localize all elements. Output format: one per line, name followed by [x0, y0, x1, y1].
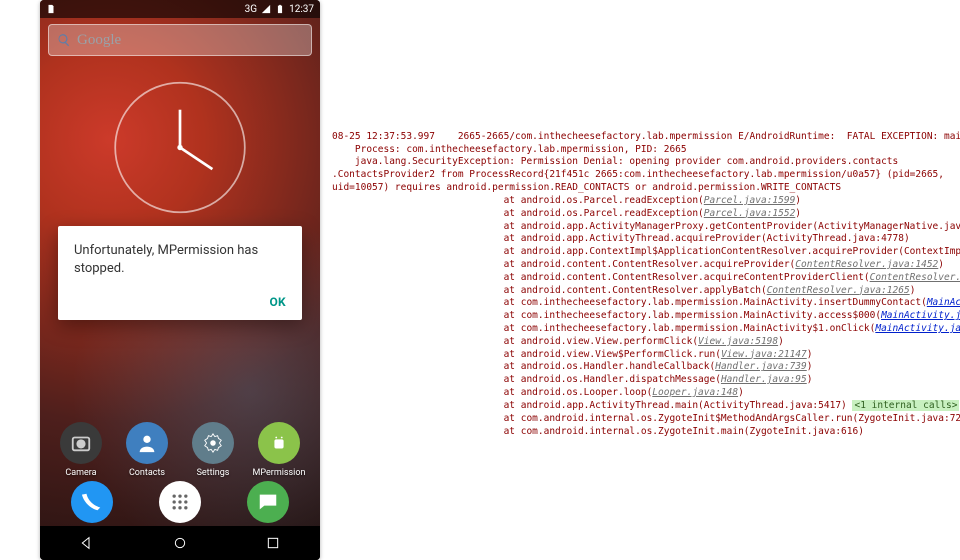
- log-line: .ContactsProvider2 from ProcessRecord{21…: [332, 169, 944, 180]
- clock-label: 12:37: [289, 4, 314, 15]
- dialog-message: Unfortunately, MPermission has stopped.: [74, 242, 286, 277]
- log-line: at android.os.Parcel.readException(: [332, 195, 704, 206]
- home-button[interactable]: [172, 535, 188, 551]
- dock-messaging[interactable]: [247, 481, 289, 523]
- log-line: at com.inthecheesefactory.lab.mpermissio…: [332, 297, 927, 308]
- status-bar: 3G 12:37: [40, 0, 320, 18]
- log-internal-calls: <1 internal calls>: [852, 400, 959, 411]
- log-link[interactable]: MainActivity.java:45: [875, 323, 960, 334]
- log-line: java.lang.SecurityException: Permission …: [332, 156, 898, 167]
- ok-button[interactable]: OK: [269, 295, 286, 309]
- app-label: Camera: [65, 468, 96, 478]
- log-line: at com.android.internal.os.ZygoteInit.ma…: [332, 426, 864, 437]
- app-settings[interactable]: Settings: [185, 422, 241, 478]
- log-link[interactable]: MainActivity.java:167: [927, 297, 960, 308]
- log-link[interactable]: View.java:5198: [698, 336, 778, 347]
- dock: [40, 478, 320, 526]
- android-icon: [268, 432, 290, 454]
- search-icon: [57, 33, 71, 47]
- log-line: at android.os.Looper.loop(: [332, 387, 652, 398]
- person-icon: [136, 432, 158, 454]
- log-link[interactable]: ContentResolver.java:1265: [767, 285, 910, 296]
- android-navbar: [40, 526, 320, 560]
- clock-widget[interactable]: [113, 80, 248, 215]
- message-icon: [257, 491, 279, 513]
- log-line: at android.content.ContentResolver.apply…: [332, 285, 767, 296]
- home-app-row: Camera Contacts Settings MPermission: [40, 422, 320, 478]
- crash-dialog: Unfortunately, MPermission has stopped. …: [58, 226, 302, 320]
- log-line: at android.os.Parcel.readException(: [332, 208, 704, 219]
- network-label: 3G: [245, 4, 257, 15]
- log-line: 08-25 12:37:53.997 2665-2665/com.inthech…: [332, 131, 960, 142]
- phone-icon: [81, 491, 103, 513]
- search-placeholder: Google: [77, 32, 121, 49]
- app-camera[interactable]: Camera: [53, 422, 109, 478]
- log-line: at android.os.Handler.dispatchMessage(: [332, 374, 721, 385]
- log-line: at android.app.ActivityThread.acquirePro…: [332, 233, 910, 244]
- phone-device-frame: 3G 12:37 Google Unfortunately, MPermissi…: [40, 0, 320, 560]
- app-label: MPermission: [253, 468, 306, 478]
- log-line: at android.app.ContextImpl$ApplicationCo…: [332, 246, 960, 257]
- log-line: at com.android.internal.os.ZygoteInit$Me…: [332, 413, 960, 424]
- dock-phone[interactable]: [71, 481, 113, 523]
- log-link[interactable]: MainActivity.java:26: [881, 310, 960, 321]
- camera-icon: [70, 432, 92, 454]
- log-line: at com.inthecheesefactory.lab.mpermissio…: [332, 323, 875, 334]
- dock-apps[interactable]: [159, 481, 201, 523]
- log-link[interactable]: Parcel.java:1599: [704, 195, 796, 206]
- gear-icon: [202, 432, 224, 454]
- log-link[interactable]: Parcel.java:1552: [704, 208, 796, 219]
- log-line: at com.inthecheesefactory.lab.mpermissio…: [332, 310, 881, 321]
- log-line: Process: com.inthecheesefactory.lab.mper…: [332, 144, 687, 155]
- log-link[interactable]: Handler.java:739: [715, 361, 807, 372]
- log-line: at android.app.ActivityManagerProxy.getC…: [332, 221, 960, 232]
- battery-icon: [275, 4, 285, 14]
- logcat-output: 08-25 12:37:53.997 2665-2665/com.inthech…: [332, 118, 956, 438]
- recent-button[interactable]: [265, 535, 281, 551]
- log-link[interactable]: ContentResolver.java:1517: [870, 272, 960, 283]
- log-line: uid=10057) requires android.permission.R…: [332, 182, 841, 193]
- log-line: at android.app.ActivityThread.main(Activ…: [332, 400, 852, 411]
- log-link[interactable]: ContentResolver.java:1452: [795, 259, 938, 270]
- log-link[interactable]: View.java:21147: [721, 349, 807, 360]
- app-label: Contacts: [129, 468, 165, 478]
- log-line: at android.content.ContentResolver.acqui…: [332, 272, 870, 283]
- back-button[interactable]: [79, 535, 95, 551]
- apps-icon: [170, 492, 190, 512]
- log-line: at android.view.View$PerformClick.run(: [332, 349, 721, 360]
- log-link[interactable]: Handler.java:95: [721, 374, 807, 385]
- search-bar[interactable]: Google: [48, 24, 312, 56]
- app-contacts[interactable]: Contacts: [119, 422, 175, 478]
- log-line: at android.content.ContentResolver.acqui…: [332, 259, 795, 270]
- file-icon: [46, 4, 56, 14]
- app-label: Settings: [197, 468, 230, 478]
- app-mpermission[interactable]: MPermission: [251, 422, 307, 478]
- log-link[interactable]: Looper.java:148: [652, 387, 738, 398]
- signal-icon: [261, 4, 271, 14]
- log-line: at android.os.Handler.handleCallback(: [332, 361, 715, 372]
- log-line: at android.view.View.performClick(: [332, 336, 698, 347]
